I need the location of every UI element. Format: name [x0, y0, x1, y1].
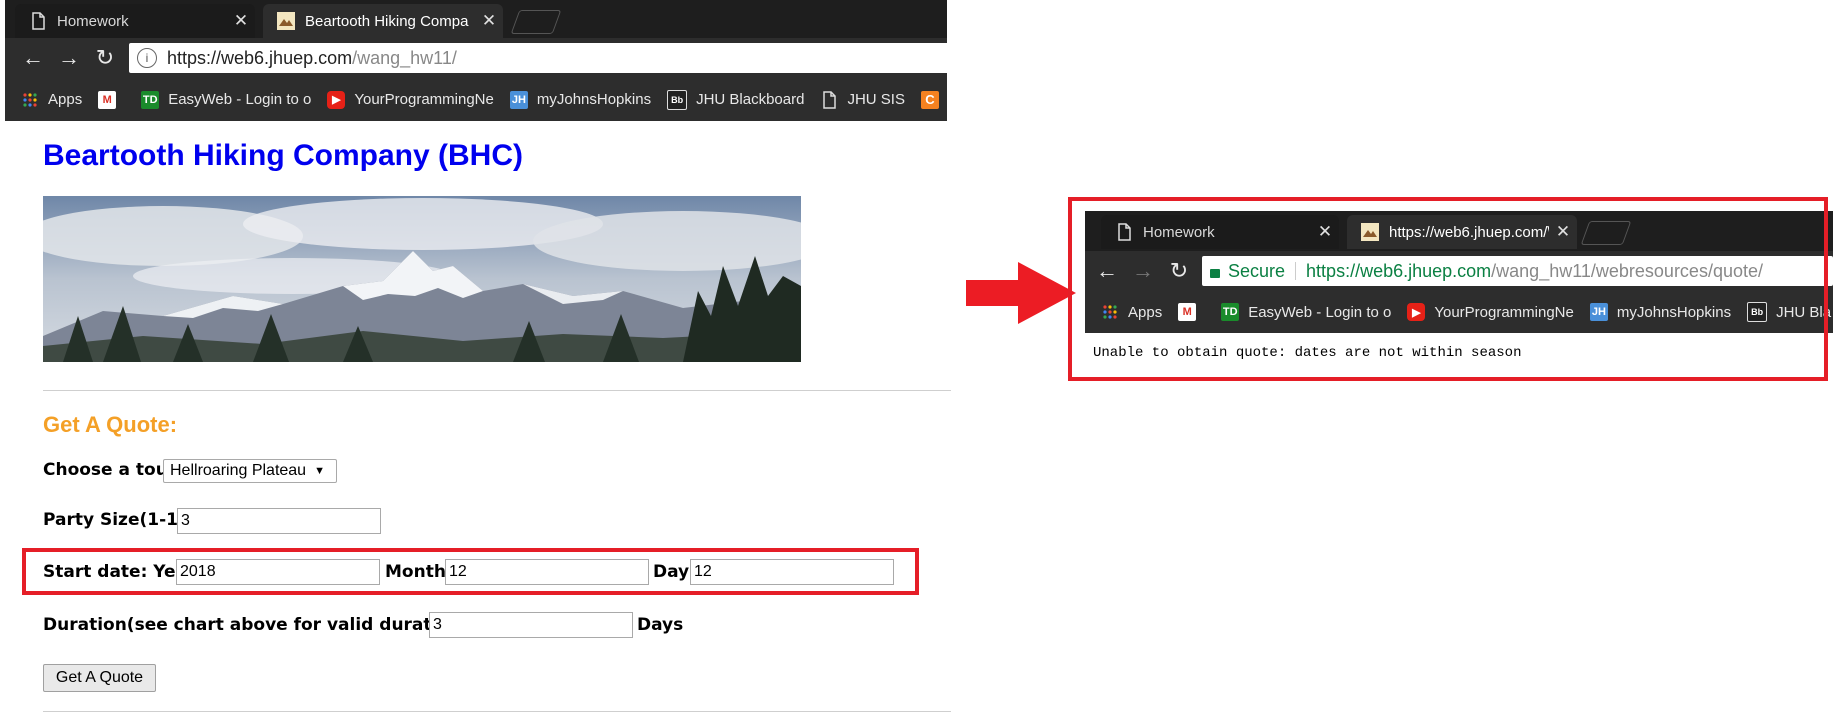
orange-c-icon: C — [920, 90, 939, 109]
bookmark-label: EasyWeb - Login to o — [168, 91, 312, 108]
tab-homework[interactable]: Homework ✕ — [15, 4, 255, 38]
days-label: Days — [637, 615, 684, 635]
bookmark-label: Apps — [48, 91, 83, 108]
gmail-icon: M — [98, 90, 117, 109]
page-icon — [823, 90, 837, 109]
bhc-favicon — [277, 12, 295, 30]
party-size-label: Party Size(1-10) — [43, 510, 198, 530]
duration-input[interactable]: 3 — [429, 612, 633, 638]
duration-label: Duration(see chart above for valid durat… — [43, 615, 486, 635]
party-size-input[interactable]: 3 — [177, 508, 381, 534]
bookmark-gmail[interactable]: M — [98, 90, 125, 109]
bookmark-label: myJohnsHopkins — [536, 91, 652, 108]
tour-select[interactable]: Hellroaring Plateau ▼ — [163, 459, 337, 483]
close-icon[interactable]: ✕ — [227, 11, 255, 31]
new-tab-button[interactable] — [510, 10, 562, 34]
bookmark-easyweb[interactable]: TD EasyWeb - Login to o — [141, 90, 312, 109]
result-highlight-box — [1068, 197, 1828, 381]
tab-title: Beartooth Hiking Compa — [305, 12, 469, 30]
left-browser-window: Homework ✕ Beartooth Hiking Compa ✕ ← → … — [5, 0, 949, 121]
close-icon[interactable]: ✕ — [475, 11, 503, 31]
quote-heading: Get A Quote: — [43, 412, 178, 437]
page-icon — [32, 12, 45, 30]
tab-title: Homework — [57, 12, 129, 30]
info-icon[interactable]: i — [137, 48, 157, 68]
divider — [43, 711, 951, 712]
url-path: /wang_hw11/ — [352, 47, 457, 68]
youtube-icon: ▶ — [327, 90, 346, 109]
address-toolbar: ← → ↻ i https://web6.jhuep.com/wang_hw11… — [5, 38, 949, 78]
page-title: Beartooth Hiking Company (BHC) — [43, 139, 523, 172]
bookmark-label: YourProgrammingNe — [354, 91, 494, 108]
reload-icon[interactable]: ↻ — [93, 46, 117, 70]
mountain-banner-image — [43, 196, 801, 362]
right-arrow-icon — [966, 262, 1076, 324]
start-date-highlight-box — [22, 548, 919, 595]
get-quote-button[interactable]: Get A Quote — [43, 664, 156, 692]
address-bar[interactable]: i https://web6.jhuep.com/wang_hw11/ — [129, 43, 949, 73]
bookmark-myjohnshopkins[interactable]: JH myJohnsHopkins — [509, 90, 652, 109]
bookmark-orange[interactable]: C — [920, 90, 948, 109]
bookmark-youtube[interactable]: ▶ YourProgrammingNe — [327, 90, 494, 109]
bookmark-label: JHU SIS — [847, 91, 905, 108]
url-host: https://web6.jhuep.com — [167, 47, 353, 68]
bookmark-apps[interactable]: Apps — [21, 91, 82, 109]
bookmarks-bar: Apps M TD EasyWeb - Login to o ▶ YourPro… — [5, 78, 947, 121]
bookmark-blackboard[interactable]: Bb JHU Blackboard — [667, 89, 805, 110]
tab-strip: Homework ✕ Beartooth Hiking Compa ✕ — [5, 0, 947, 38]
apps-grid-icon — [21, 91, 39, 109]
dropdown-arrow-icon: ▼ — [314, 465, 325, 477]
back-icon[interactable]: ← — [21, 46, 45, 70]
tab-bhc[interactable]: Beartooth Hiking Compa ✕ — [263, 4, 503, 38]
blackboard-icon: Bb — [667, 89, 688, 110]
forward-icon[interactable]: → — [57, 46, 81, 70]
jh-icon: JH — [509, 90, 528, 109]
tour-label: Choose a tour — [43, 460, 177, 480]
divider — [43, 390, 951, 391]
td-icon: TD — [141, 90, 160, 109]
bookmark-jhu-sis[interactable]: JHU SIS — [820, 90, 905, 109]
tour-select-value: Hellroaring Plateau — [170, 462, 307, 479]
bookmark-label: JHU Blackboard — [696, 91, 805, 108]
